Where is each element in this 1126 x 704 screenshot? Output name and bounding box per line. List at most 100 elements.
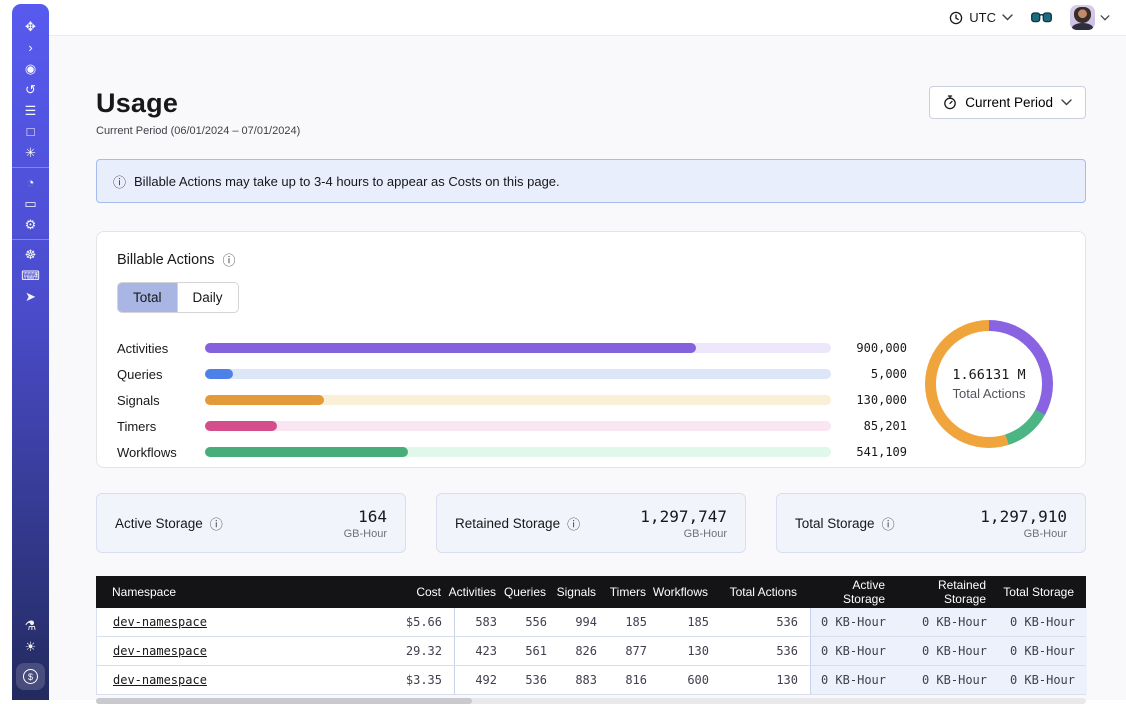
cell-queries: 536 [509,666,559,694]
bar-label: Activities [117,341,189,356]
column-header-retained-storage: Retained Storage [897,576,998,608]
cell-workflows: 130 [659,637,721,665]
cell-total-storage: 0 KB-Hour [999,608,1087,636]
billing-card-icon[interactable]: ▭ [12,193,49,214]
table-body: dev-namespace $5.66 583 556 994 185 185 … [96,608,1086,695]
sidebar-nav-support: ☸⌨➤ [12,244,49,307]
bar-row: Signals 130,000 [117,387,907,413]
bar-label: Queries [117,367,189,382]
total-actions-label: Total Actions [953,386,1026,401]
tab-daily[interactable]: Daily [177,283,238,312]
storage-card-label: Total Storage [795,516,875,531]
cell-timers: 877 [609,637,659,665]
info-icon[interactable]: ⓘ [882,514,895,533]
expand-sidebar-chevron-icon[interactable]: › [12,37,49,58]
column-header-total-actions: Total Actions [720,576,809,608]
glasses-icon [1031,11,1052,24]
history-clock-icon[interactable]: ↺ [12,79,49,100]
dev-glasses-toggle[interactable] [1031,11,1052,24]
bar-row: Queries 5,000 [117,361,907,387]
user-avatar [1070,5,1095,30]
storage-card: Total Storage ⓘ 1,297,910 GB-Hour [776,493,1086,553]
column-header-cost: Cost [346,576,453,608]
timezone-selector[interactable]: UTC [949,10,1013,25]
settings-gear-icon[interactable]: ⚙ [12,214,49,235]
namespaces-icon[interactable]: ◉ [12,58,49,79]
chevron-down-icon [1100,15,1110,21]
info-banner-text: Billable Actions may take up to 3-4 hour… [134,174,560,189]
total-actions-value: 1.66131 M [952,367,1025,383]
bar-track [205,421,831,431]
support-lifebuoy-icon[interactable]: ☸ [12,244,49,265]
namespace-link[interactable]: dev-namespace [113,673,207,687]
tab-total[interactable]: Total [118,283,177,312]
storage-card-label: Active Storage [115,516,203,531]
scrollbar-thumb[interactable] [96,698,472,704]
account-menu[interactable] [1070,5,1110,30]
nexus-asterisk-icon[interactable]: ✳ [12,142,49,163]
top-bar: UTC [49,0,1126,36]
storage-card-value: 1,297,910 [980,507,1067,526]
column-header-total-storage: Total Storage [998,576,1086,608]
storage-card-value: 1,297,747 [640,507,727,526]
current-period-subtitle: Current Period (06/01/2024 – 07/01/2024) [96,125,300,137]
cell-retained-storage: 0 KB-Hour [898,637,999,665]
cell-activities: 583 [454,608,509,636]
bar-fill [205,395,324,405]
cell-workflows: 600 [659,666,721,694]
storage-summary-row: Active Storage ⓘ 164 GB-Hour Retained St… [96,493,1086,553]
credits-button[interactable]: $ [16,663,45,690]
sidebar-divider [12,239,49,240]
cell-signals: 883 [559,666,609,694]
info-icon[interactable]: ⓘ [210,514,223,533]
cell-queries: 561 [509,637,559,665]
dollar-coin-icon: $ [23,669,38,684]
bar-row: Timers 85,201 [117,413,907,439]
billable-bar-chart: Activities 900,000 Queries 5,000 Signals [117,335,907,465]
column-header-active-storage: Active Storage [809,576,897,608]
theme-sun-icon[interactable]: ☀ [12,636,49,657]
bar-fill [205,343,696,353]
bar-value: 85,201 [845,419,907,433]
bar-track [205,369,831,379]
cell-activities: 423 [454,637,509,665]
info-banner: ⓘ Billable Actions may take up to 3-4 ho… [96,159,1086,203]
cell-retained-storage: 0 KB-Hour [898,666,999,694]
deployments-cube-icon[interactable]: □ [12,121,49,142]
cli-terminal-icon[interactable]: ⌨ [12,265,49,286]
bar-value: 900,000 [845,341,907,355]
usage-gauge-icon[interactable]: ◔ [12,172,49,193]
storage-card-unit: GB-Hour [344,528,387,540]
cell-signals: 994 [559,608,609,636]
chevron-down-icon [1061,99,1072,106]
main-content: Usage Current Period (06/01/2024 – 07/01… [49,36,1126,700]
info-icon[interactable]: ⓘ [567,514,580,533]
layers-icon[interactable]: ☰ [12,100,49,121]
labs-flask-icon[interactable]: ⚗ [12,615,49,636]
table-row: dev-namespace $5.66 583 556 994 185 185 … [97,608,1085,637]
cell-active-storage: 0 KB-Hour [810,666,898,694]
cell-cost: 29.32 [347,637,454,665]
bar-value: 130,000 [845,393,907,407]
column-header-activities: Activities [453,576,508,608]
storage-card: Retained Storage ⓘ 1,297,747 GB-Hour [436,493,746,553]
column-header-namespace: Namespace [96,576,346,608]
info-icon: ⓘ [113,172,126,191]
info-icon[interactable]: ⓘ [223,250,236,269]
getting-started-rocket-icon[interactable]: ➤ [12,286,49,307]
period-selector-button[interactable]: Current Period [929,86,1086,119]
cell-retained-storage: 0 KB-Hour [898,608,999,636]
table-horizontal-scrollbar[interactable] [96,698,1086,704]
sidebar: ✥›◉↺☰□✳ ◔▭⚙ ☸⌨➤ ⚗☀ $ [12,4,49,700]
temporal-logo-icon[interactable]: ✥ [12,16,49,37]
storage-card-value: 164 [344,507,387,526]
cell-queries: 556 [509,608,559,636]
namespace-link[interactable]: dev-namespace [113,644,207,658]
page-title: Usage [96,88,300,119]
storage-card: Active Storage ⓘ 164 GB-Hour [96,493,406,553]
bar-value: 541,109 [845,445,907,459]
bar-track [205,447,831,457]
chevron-down-icon [1002,14,1013,21]
namespace-link[interactable]: dev-namespace [113,615,207,629]
column-header-signals: Signals [558,576,608,608]
